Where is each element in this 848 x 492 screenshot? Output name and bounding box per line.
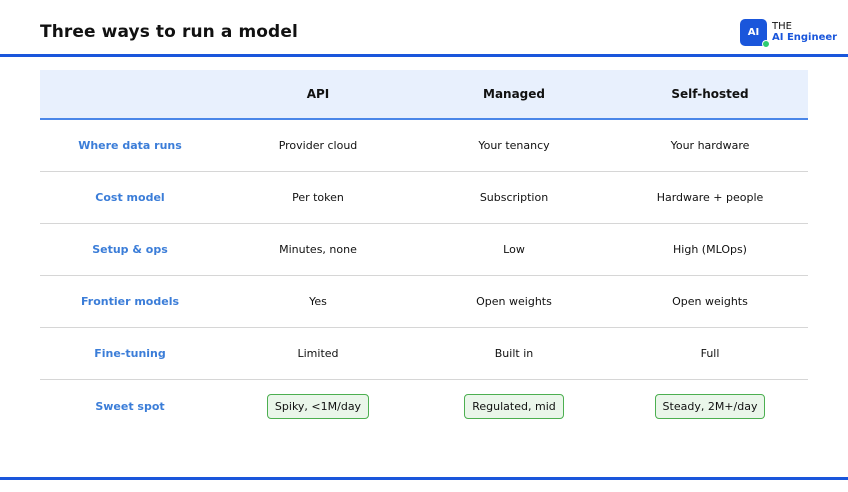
row-label: Setup & ops bbox=[92, 243, 168, 256]
brand-logo-text: AI bbox=[747, 26, 760, 38]
brand-text: THE AI Engineer bbox=[772, 21, 837, 43]
column-header-managed: Managed bbox=[483, 87, 545, 101]
table-row: Frontier models Yes Open weights Open we… bbox=[40, 276, 808, 328]
table-cell: Per token bbox=[292, 191, 344, 204]
table-cell: Your tenancy bbox=[478, 139, 550, 152]
brand-dot-icon bbox=[762, 39, 770, 48]
slide-header: Three ways to run a model AI THE AI Engi… bbox=[0, 0, 848, 58]
table-cell: Minutes, none bbox=[279, 243, 357, 256]
column-header-api: API bbox=[306, 87, 330, 101]
table-row: Cost model Per token Subscription Hardwa… bbox=[40, 172, 808, 224]
table-cell: Regulated, mid bbox=[416, 393, 612, 419]
brand-bottom-text: AI Engineer bbox=[772, 32, 838, 43]
table-cell: High (MLOps) bbox=[673, 243, 747, 256]
sweet-spot-chip: Regulated, mid bbox=[464, 393, 564, 419]
table-row: Where data runs Provider cloud Your tena… bbox=[40, 120, 808, 172]
table-row: Fine-tuning Limited Built in Full bbox=[40, 328, 808, 380]
table-row: Sweet spot Spiky, <1M/day Regulated, mid… bbox=[40, 380, 808, 432]
row-label: Sweet spot bbox=[95, 399, 165, 413]
table-cell: Built in bbox=[494, 347, 534, 360]
table-cell: Provider cloud bbox=[278, 139, 358, 152]
top-divider bbox=[0, 54, 848, 57]
table-cell: Open weights bbox=[672, 295, 748, 308]
table-cell: Subscription bbox=[479, 191, 549, 204]
table-cell: Spiky, <1M/day bbox=[220, 393, 416, 419]
table-cell: Yes bbox=[309, 295, 327, 308]
table-header-row: API Managed Self-hosted bbox=[40, 70, 808, 120]
brand-logo-block: AI THE AI Engineer bbox=[740, 18, 837, 48]
row-label: Frontier models bbox=[80, 295, 180, 308]
sweet-spot-chip: Spiky, <1M/day bbox=[266, 393, 370, 419]
row-label: Fine-tuning bbox=[94, 347, 166, 360]
row-label: Cost model bbox=[95, 191, 165, 204]
sweet-spot-chip: Steady, 2M+/day bbox=[654, 393, 766, 419]
table-cell: Open weights bbox=[476, 295, 552, 308]
comparison-table: API Managed Self-hosted Where data runs … bbox=[40, 70, 808, 432]
bottom-divider bbox=[0, 477, 848, 480]
table-cell: Hardware + people bbox=[656, 191, 764, 204]
table-cell: Limited bbox=[297, 347, 339, 360]
table-cell: Low bbox=[503, 243, 525, 256]
brand-top-text: THE bbox=[772, 21, 792, 32]
column-header-self-hosted: Self-hosted bbox=[671, 87, 749, 101]
table-cell: Full bbox=[700, 347, 720, 360]
table-cell: Your hardware bbox=[670, 139, 750, 152]
brand-logo-icon: AI bbox=[740, 18, 770, 48]
table-row: Setup & ops Minutes, none Low High (MLOp… bbox=[40, 224, 808, 276]
row-label: Where data runs bbox=[78, 139, 182, 152]
page-title: Three ways to run a model bbox=[40, 22, 298, 42]
table-cell: Steady, 2M+/day bbox=[612, 393, 808, 419]
